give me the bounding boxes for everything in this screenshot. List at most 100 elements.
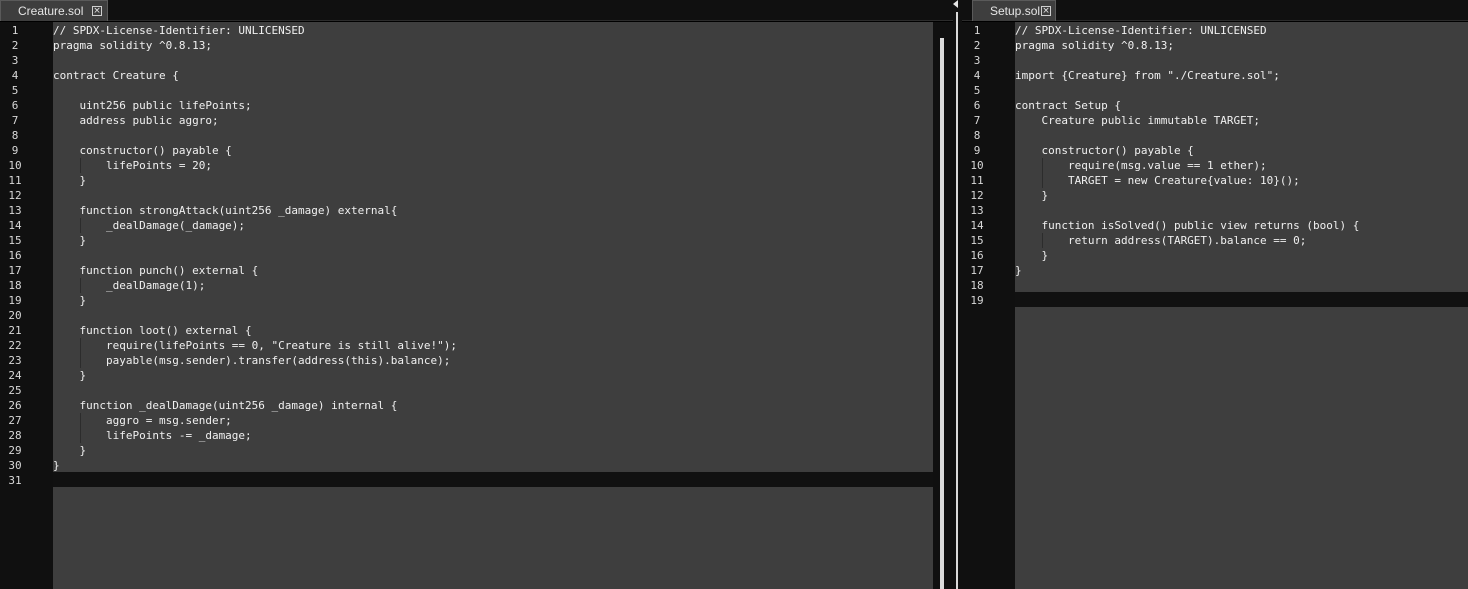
- line-number: 3: [973, 54, 981, 67]
- current-line-highlight: [53, 472, 933, 487]
- code-line[interactable]: function strongAttack(uint256 _damage) e…: [53, 203, 397, 218]
- line-number: 18: [8, 279, 22, 292]
- code-line[interactable]: TARGET = new Creature{value: 10}();: [1015, 173, 1300, 188]
- code-line[interactable]: address public aggro;: [53, 113, 218, 128]
- code-line[interactable]: pragma solidity ^0.8.13;: [1015, 38, 1174, 53]
- tab-bar: Creature.sol ×: [0, 0, 953, 21]
- indent-guide: [79, 353, 81, 368]
- code-line[interactable]: function _dealDamage(uint256 _damage) in…: [53, 398, 397, 413]
- code-line[interactable]: Creature public immutable TARGET;: [1015, 113, 1260, 128]
- code-line[interactable]: }: [53, 443, 86, 458]
- line-number: 14: [8, 219, 22, 232]
- split-divider-line: [956, 12, 958, 589]
- line-number: 8: [11, 129, 19, 142]
- code-line[interactable]: contract Setup {: [1015, 98, 1121, 113]
- line-number: 9: [11, 144, 19, 157]
- line-number: 7: [11, 114, 19, 127]
- indent-guide: [1041, 233, 1043, 248]
- tab-bar: Setup.sol ×: [962, 0, 1468, 21]
- line-number: 8: [973, 129, 981, 142]
- code-line[interactable]: function isSolved() public view returns …: [1015, 218, 1359, 233]
- line-number: 14: [970, 219, 984, 232]
- line-number: 1: [11, 24, 19, 37]
- code-line[interactable]: require(lifePoints == 0, "Creature is st…: [53, 338, 457, 353]
- line-number: 19: [8, 294, 22, 307]
- line-number: 10: [970, 159, 984, 172]
- line-number: 5: [973, 84, 981, 97]
- indent-guide: [1041, 173, 1043, 188]
- line-number: 1: [973, 24, 981, 37]
- code-line[interactable]: }: [53, 368, 86, 383]
- indent-guide: [79, 428, 81, 443]
- line-number: 28: [8, 429, 22, 442]
- code-line[interactable]: uint256 public lifePoints;: [53, 98, 251, 113]
- code-line[interactable]: }: [53, 173, 86, 188]
- code-line[interactable]: // SPDX-License-Identifier: UNLICENSED: [53, 23, 305, 38]
- tab-setup-sol[interactable]: Setup.sol ×: [972, 0, 1056, 21]
- line-number: 13: [970, 204, 984, 217]
- line-number: 3: [11, 54, 19, 67]
- line-number: 10: [8, 159, 22, 172]
- current-line-highlight: [1015, 292, 1468, 307]
- code-line[interactable]: // SPDX-License-Identifier: UNLICENSED: [1015, 23, 1267, 38]
- line-number: 11: [8, 174, 22, 187]
- code-line[interactable]: payable(msg.sender).transfer(address(thi…: [53, 353, 450, 368]
- line-number: 16: [8, 249, 22, 262]
- code-line[interactable]: contract Creature {: [53, 68, 179, 83]
- code-line[interactable]: }: [1015, 263, 1022, 278]
- code-line[interactable]: constructor() payable {: [53, 143, 231, 158]
- code-line[interactable]: return address(TARGET).balance == 0;: [1015, 233, 1306, 248]
- line-number: 26: [8, 399, 22, 412]
- line-number: 20: [8, 309, 22, 322]
- tab-label: Creature.sol: [18, 4, 84, 18]
- line-number: 23: [8, 354, 22, 367]
- code-line[interactable]: require(msg.value == 1 ether);: [1015, 158, 1267, 173]
- editor-pane-setup[interactable]: Setup.sol × 1 // SPDX-License-Identifier:…: [962, 0, 1468, 589]
- code-line[interactable]: }: [53, 293, 86, 308]
- line-number: 24: [8, 369, 22, 382]
- close-icon[interactable]: ×: [1041, 6, 1051, 16]
- line-number: 17: [8, 264, 22, 277]
- scrollbar-thumb[interactable]: [940, 38, 944, 589]
- code-line[interactable]: import {Creature} from "./Creature.sol";: [1015, 68, 1280, 83]
- tab-label: Setup.sol: [990, 4, 1041, 18]
- collapse-arrow-icon[interactable]: [953, 0, 958, 8]
- line-number: 25: [8, 384, 22, 397]
- line-number: 2: [11, 39, 19, 52]
- code-line[interactable]: lifePoints = 20;: [53, 158, 212, 173]
- line-number: 29: [8, 444, 22, 457]
- code-line[interactable]: pragma solidity ^0.8.13;: [53, 38, 212, 53]
- line-number: 13: [8, 204, 22, 217]
- editor-pane-creature[interactable]: Creature.sol × 1 // SPDX-License-Identifi…: [0, 0, 953, 589]
- line-number: 15: [970, 234, 984, 247]
- code-line[interactable]: _dealDamage(_damage);: [53, 218, 245, 233]
- indent-guide: [79, 158, 81, 173]
- line-number: 30: [8, 459, 22, 472]
- code-line[interactable]: constructor() payable {: [1015, 143, 1193, 158]
- close-icon[interactable]: ×: [92, 6, 102, 16]
- tab-creature-sol[interactable]: Creature.sol ×: [0, 0, 108, 21]
- code-line[interactable]: }: [53, 458, 60, 473]
- vertical-scrollbar[interactable]: [933, 22, 953, 589]
- line-number: 4: [11, 69, 19, 82]
- line-number: 6: [973, 99, 981, 112]
- code-line[interactable]: }: [53, 233, 86, 248]
- line-number: 9: [973, 144, 981, 157]
- line-number: 27: [8, 414, 22, 427]
- line-number: 7: [973, 114, 981, 127]
- code-line[interactable]: lifePoints -= _damage;: [53, 428, 252, 443]
- code-line[interactable]: }: [1015, 188, 1048, 203]
- indent-guide: [79, 413, 81, 428]
- code-line[interactable]: function loot() external {: [53, 323, 251, 338]
- line-number: 22: [8, 339, 22, 352]
- indent-guide: [79, 278, 81, 293]
- code-line[interactable]: function punch() external {: [53, 263, 258, 278]
- split-divider[interactable]: [953, 0, 962, 589]
- code-line[interactable]: _dealDamage(1);: [53, 278, 205, 293]
- indent-guide: [79, 338, 81, 353]
- line-number: 31: [8, 474, 22, 487]
- code-line[interactable]: }: [1015, 248, 1048, 263]
- line-number: 6: [11, 99, 19, 112]
- line-number: 18: [970, 279, 984, 292]
- line-number: 21: [8, 324, 22, 337]
